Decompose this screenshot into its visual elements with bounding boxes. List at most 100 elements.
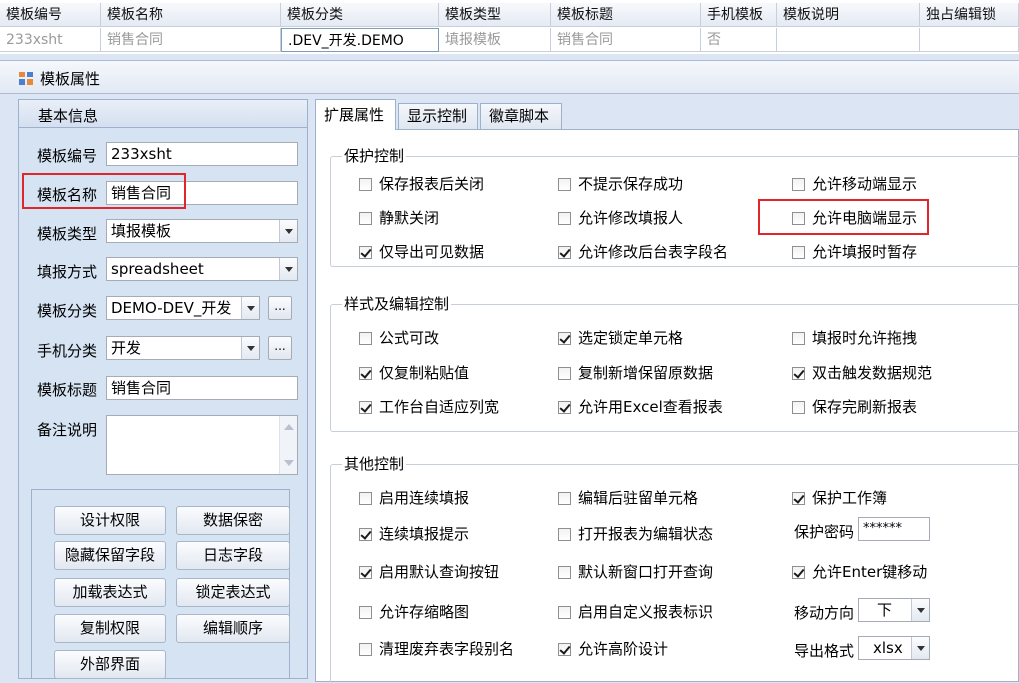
- external-ui-button[interactable]: 外部界面: [54, 650, 166, 679]
- checkbox-allow-drag[interactable]: 填报时允许拖拽: [792, 328, 917, 348]
- checkbox-box[interactable]: [558, 246, 571, 259]
- checkbox-default-query-button[interactable]: 启用默认查询按钮: [359, 562, 499, 582]
- chevron-down-icon[interactable]: [279, 258, 297, 280]
- grid-cell-name[interactable]: 销售合同: [101, 28, 281, 52]
- checkbox-open-in-edit-mode[interactable]: 打开报表为编辑状态: [558, 524, 713, 544]
- checkbox-box[interactable]: [558, 492, 571, 505]
- checkbox-box[interactable]: [792, 492, 805, 505]
- copy-permission-button[interactable]: 复制权限: [54, 614, 166, 643]
- checkbox-box[interactable]: [558, 332, 571, 345]
- chevron-down-icon[interactable]: [911, 599, 929, 621]
- checkbox-box[interactable]: [792, 332, 805, 345]
- grid-header-type[interactable]: 模板类型: [439, 3, 551, 27]
- checkbox-box[interactable]: [558, 178, 571, 191]
- checkbox-box[interactable]: [359, 367, 372, 380]
- grid-header-title[interactable]: 模板标题: [551, 3, 701, 27]
- checkbox-box[interactable]: [359, 606, 372, 619]
- checkbox-auto-fit-columns[interactable]: 工作台自适应列宽: [359, 397, 499, 417]
- table-row[interactable]: 233xsht 销售合同 .DEV_开发.DEMO 填报模板 销售合同 否: [0, 28, 1019, 52]
- tab-extended-props[interactable]: 扩展属性: [315, 99, 396, 130]
- grid-cell-title[interactable]: 销售合同: [551, 28, 701, 52]
- checkbox-box[interactable]: [558, 566, 571, 579]
- export-format-select[interactable]: xlsx: [858, 636, 930, 660]
- checkbox-dblclick-validation[interactable]: 双击触发数据规范: [792, 363, 932, 383]
- checkbox-close-after-save[interactable]: 保存报表后关闭: [359, 174, 484, 194]
- checkbox-no-save-prompt[interactable]: 不提示保存成功: [558, 174, 683, 194]
- checkbox-box[interactable]: [558, 643, 571, 656]
- tab-badge-script[interactable]: 徽章脚本: [480, 103, 562, 129]
- chevron-down-icon[interactable]: [279, 220, 297, 242]
- checkbox-box[interactable]: [359, 212, 372, 225]
- checkbox-continuous-fill-prompt[interactable]: 连续填报提示: [359, 524, 469, 544]
- checkbox-protect-workbook[interactable]: 保护工作簿: [792, 488, 887, 508]
- checkbox-box[interactable]: [558, 528, 571, 541]
- remark-textarea[interactable]: [106, 415, 298, 475]
- checkbox-query-new-window[interactable]: 默认新窗口打开查询: [558, 562, 713, 582]
- checkbox-box[interactable]: [792, 178, 805, 191]
- checkbox-continuous-fill[interactable]: 启用连续填报: [359, 488, 469, 508]
- checkbox-silent-close[interactable]: 静默关闭: [359, 208, 439, 228]
- checkbox-box[interactable]: [359, 178, 372, 191]
- grid-header-name[interactable]: 模板名称: [101, 3, 281, 27]
- hide-reserved-fields-button[interactable]: 隐藏保留字段: [54, 541, 166, 570]
- grid-header-lock[interactable]: 独占编辑锁: [920, 3, 1019, 27]
- title-input[interactable]: 销售合同: [106, 376, 298, 400]
- checkbox-box[interactable]: [792, 401, 805, 414]
- chevron-down-icon[interactable]: [241, 337, 259, 359]
- checkbox-box[interactable]: [359, 528, 372, 541]
- checkbox-paste-values-only[interactable]: 仅复制粘贴值: [359, 363, 469, 383]
- protect-password-input[interactable]: ******: [858, 517, 930, 541]
- checkbox-export-visible-only[interactable]: 仅导出可见数据: [359, 242, 484, 262]
- checkbox-box[interactable]: [792, 566, 805, 579]
- chevron-down-icon[interactable]: [911, 637, 929, 659]
- mobile-category-browse-button[interactable]: ...: [268, 336, 292, 360]
- checkbox-clean-field-alias[interactable]: 清理废弃表字段别名: [359, 639, 514, 659]
- code-input[interactable]: 233xsht: [106, 142, 298, 166]
- grid-header-category[interactable]: 模板分类: [281, 3, 439, 27]
- checkbox-box[interactable]: [359, 401, 372, 414]
- lock-expression-button[interactable]: 锁定表达式: [176, 578, 290, 607]
- grid-cell-lock[interactable]: [920, 28, 1019, 52]
- data-secrecy-button[interactable]: 数据保密: [176, 506, 290, 535]
- grid-header-mobile[interactable]: 手机模板: [701, 3, 777, 27]
- checkbox-save-thumbnail[interactable]: 允许存缩略图: [359, 602, 469, 622]
- checkbox-box[interactable]: [558, 367, 571, 380]
- category-select[interactable]: DEMO-DEV_开发: [106, 296, 260, 320]
- checkbox-keep-original-data[interactable]: 复制新增保留原数据: [558, 363, 713, 383]
- checkbox-box[interactable]: [359, 246, 372, 259]
- grid-cell-category[interactable]: .DEV_开发.DEMO: [281, 28, 439, 52]
- type-select[interactable]: 填报模板: [106, 219, 298, 243]
- mobile-category-select[interactable]: 开发: [106, 336, 260, 360]
- checkbox-enter-key-move[interactable]: 允许Enter键移动: [792, 562, 927, 582]
- grid-header-code[interactable]: 模板编号: [0, 3, 101, 27]
- grid-header-desc[interactable]: 模板说明: [777, 3, 920, 27]
- checkbox-box[interactable]: [558, 401, 571, 414]
- scroll-down-icon[interactable]: [284, 460, 294, 466]
- checkbox-box[interactable]: [359, 332, 372, 345]
- log-fields-button[interactable]: 日志字段: [176, 541, 290, 570]
- checkbox-stay-after-edit[interactable]: 编辑后驻留单元格: [558, 488, 698, 508]
- checkbox-box[interactable]: [359, 566, 372, 579]
- scrollbar[interactable]: [279, 416, 297, 474]
- checkbox-box[interactable]: [359, 492, 372, 505]
- checkbox-select-locked-cells[interactable]: 选定锁定单元格: [558, 328, 683, 348]
- grid-cell-desc[interactable]: [777, 28, 920, 52]
- checkbox-view-in-excel[interactable]: 允许用Excel查看报表: [558, 397, 723, 417]
- chevron-down-icon[interactable]: [241, 297, 259, 319]
- checkbox-box[interactable]: [558, 606, 571, 619]
- checkbox-custom-report-id[interactable]: 启用自定义报表标识: [558, 602, 713, 622]
- checkbox-allow-mobile-display[interactable]: 允许移动端显示: [792, 174, 917, 194]
- load-expression-button[interactable]: 加载表达式: [54, 578, 166, 607]
- grid-cell-type[interactable]: 填报模板: [439, 28, 551, 52]
- edit-order-button[interactable]: 编辑顺序: [176, 614, 290, 643]
- checkbox-box[interactable]: [359, 643, 372, 656]
- checkbox-allow-modify-filler[interactable]: 允许修改填报人: [558, 208, 683, 228]
- scroll-up-icon[interactable]: [284, 424, 294, 430]
- tab-display-control[interactable]: 显示控制: [398, 103, 478, 129]
- fill-mode-select[interactable]: spreadsheet: [106, 257, 298, 281]
- checkbox-box[interactable]: [792, 246, 805, 259]
- grid-cell-mobile[interactable]: 否: [701, 28, 777, 52]
- grid-cell-code[interactable]: 233xsht: [0, 28, 101, 52]
- category-browse-button[interactable]: ...: [268, 296, 292, 320]
- design-permission-button[interactable]: 设计权限: [54, 506, 166, 535]
